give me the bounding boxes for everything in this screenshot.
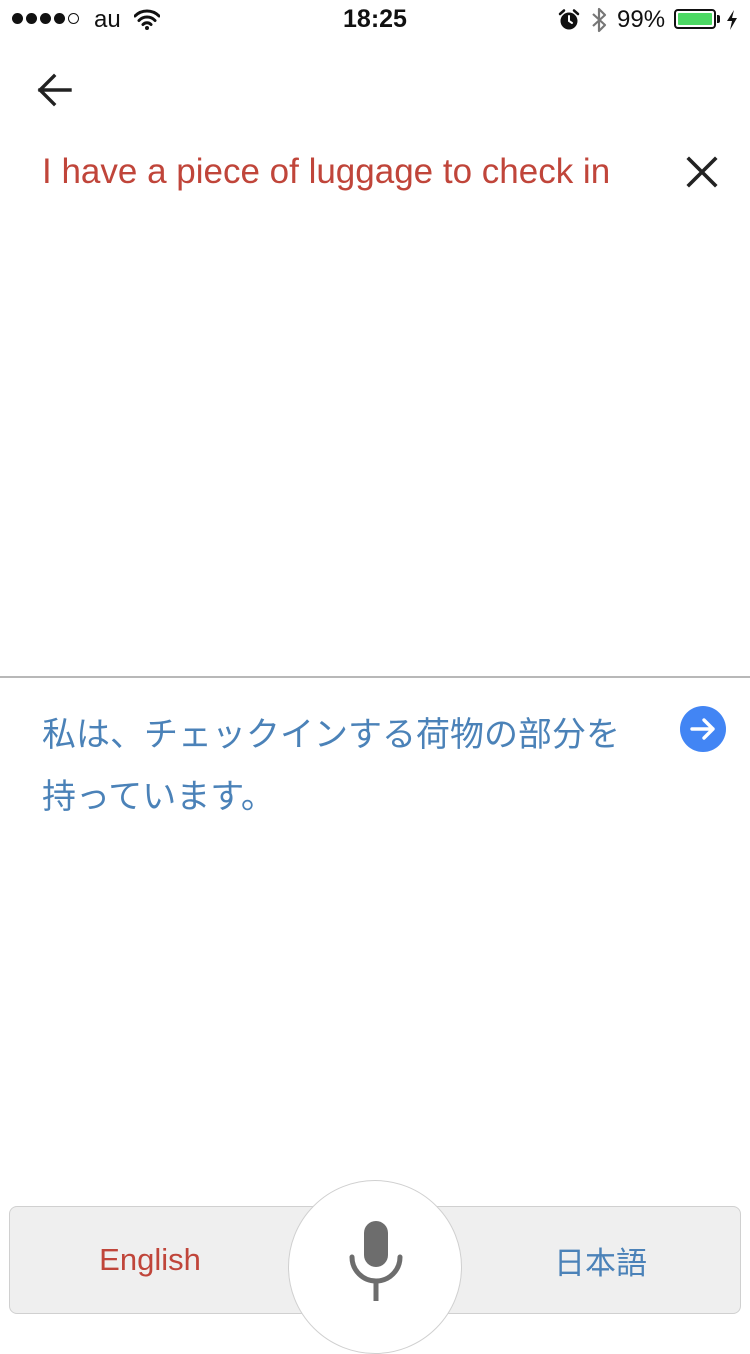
panel-divider: [0, 676, 750, 678]
close-icon: [686, 156, 718, 188]
source-language-button[interactable]: English: [9, 1206, 291, 1314]
charging-bolt-icon: [725, 9, 739, 36]
battery-nub: [717, 15, 720, 23]
battery-icon: [674, 9, 716, 29]
bluetooth-icon: [590, 6, 608, 39]
target-language-label: 日本語: [554, 1245, 647, 1282]
status-bar: au 18:25 99%: [0, 0, 750, 40]
translated-text: 私は、チェックインする荷物の部分を持っています。: [42, 715, 620, 817]
battery-percent: 99%: [617, 6, 666, 33]
open-translation-button[interactable]: [680, 706, 726, 752]
clear-button[interactable]: [680, 150, 724, 194]
arrow-left-icon: [37, 73, 72, 107]
back-button[interactable]: [28, 66, 84, 114]
microphone-icon: [349, 1221, 403, 1301]
source-text[interactable]: I have a piece of luggage to check in: [42, 150, 642, 194]
alarm-icon: [557, 8, 581, 37]
battery-fill: [678, 13, 712, 25]
microphone-button[interactable]: [288, 1180, 462, 1354]
arrow-right-circle-icon: [690, 718, 715, 740]
target-language-button[interactable]: 日本語: [460, 1206, 741, 1314]
source-language-label: English: [99, 1242, 201, 1277]
